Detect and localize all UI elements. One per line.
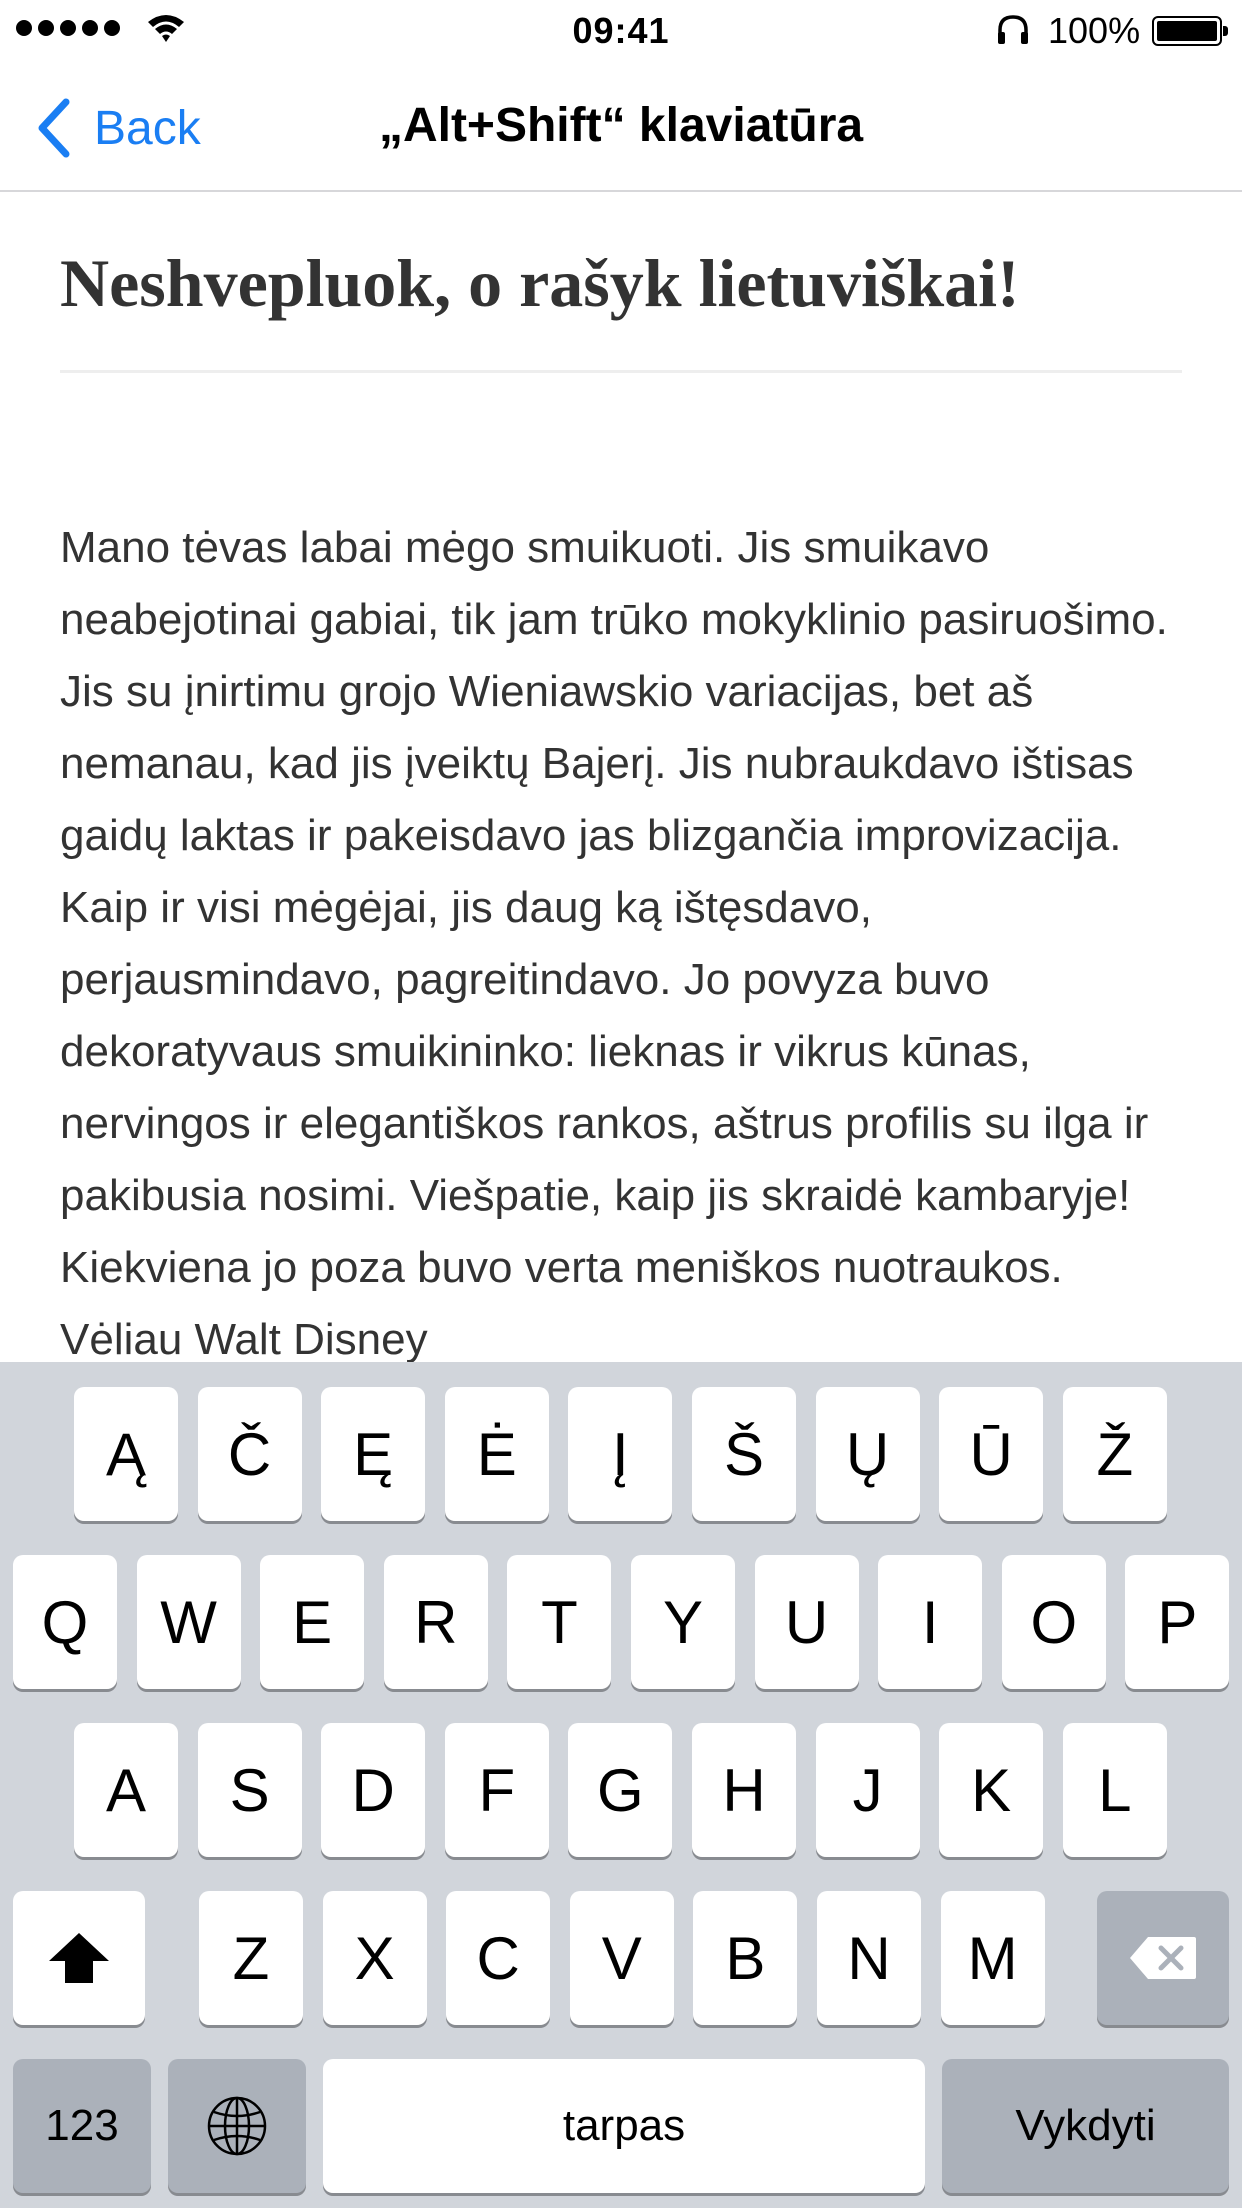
key-m[interactable]: M	[940, 1891, 1045, 2025]
article-view[interactable]: Neshvepluok, o rašyk lietuviškai! Mano t…	[0, 192, 1242, 1362]
key-ę[interactable]: Ę	[321, 1387, 426, 1521]
key-č[interactable]: Č	[197, 1387, 302, 1521]
numbers-key[interactable]: 123	[13, 2059, 151, 2193]
key-z[interactable]: Z	[199, 1891, 303, 2025]
nav-title: „Alt+Shift“ klaviatūra	[378, 99, 864, 152]
delete-key[interactable]	[1097, 1891, 1229, 2025]
globe-icon	[207, 2096, 267, 2156]
key-v[interactable]: V	[569, 1891, 674, 2025]
battery-icon	[1152, 16, 1228, 46]
battery-percent: 100%	[1048, 10, 1141, 51]
shift-arrow-icon	[49, 1933, 109, 1983]
key-c[interactable]: C	[446, 1891, 551, 2025]
key-ž[interactable]: Ž	[1062, 1387, 1167, 1521]
key-d[interactable]: D	[321, 1723, 426, 1857]
key-k[interactable]: K	[939, 1723, 1044, 1857]
space-key[interactable]: tarpas	[323, 2059, 925, 2193]
key-n[interactable]: N	[817, 1891, 921, 2025]
key-r[interactable]: R	[383, 1555, 488, 1689]
key-š[interactable]: Š	[692, 1387, 796, 1521]
shift-key[interactable]	[13, 1891, 145, 2025]
key-f[interactable]: F	[444, 1723, 549, 1857]
key-s[interactable]: S	[197, 1723, 302, 1857]
key-ė[interactable]: Ė	[444, 1387, 549, 1521]
keyboard: Ą Č Ę Ė Į Š Ų Ū Ž Q W E R T Y U I O P A S D F G H J K L Z X C V B N M 123 ta…	[0, 1362, 1242, 2208]
key-q[interactable]: Q	[13, 1555, 117, 1689]
key-ų[interactable]: Ų	[815, 1387, 920, 1521]
key-t[interactable]: T	[507, 1555, 612, 1689]
key-x[interactable]: X	[322, 1891, 427, 2025]
key-ą[interactable]: Ą	[74, 1387, 178, 1521]
key-y[interactable]: Y	[631, 1555, 735, 1689]
key-e[interactable]: E	[260, 1555, 365, 1689]
status-bar: 09:41 100%	[0, 0, 1242, 60]
return-key[interactable]: Vykdyti	[942, 2059, 1229, 2193]
key-w[interactable]: W	[136, 1555, 241, 1689]
navigation-bar: Back „Alt+Shift“ klaviatūra	[0, 60, 1242, 192]
article-title: Neshvepluok, o rašyk lietuviškai!	[60, 245, 1020, 321]
key-a[interactable]: A	[74, 1723, 178, 1857]
battery-fill	[1157, 21, 1217, 41]
key-j[interactable]: J	[815, 1723, 920, 1857]
key-o[interactable]: O	[1001, 1555, 1106, 1689]
key-b[interactable]: B	[693, 1891, 798, 2025]
key-i[interactable]: I	[878, 1555, 983, 1689]
article-body[interactable]: Mano tėvas labai mėgo smuikuoti. Jis smu…	[60, 512, 1190, 1362]
title-divider	[60, 370, 1182, 373]
key-ū[interactable]: Ū	[939, 1387, 1044, 1521]
key-g[interactable]: G	[568, 1723, 673, 1857]
key-u[interactable]: U	[754, 1555, 859, 1689]
key-l[interactable]: L	[1062, 1723, 1167, 1857]
backspace-icon	[1130, 1937, 1196, 1979]
globe-key[interactable]	[168, 2059, 306, 2193]
key-p[interactable]: P	[1125, 1555, 1230, 1689]
key-į[interactable]: Į	[568, 1387, 673, 1521]
key-h[interactable]: H	[692, 1723, 796, 1857]
headphones-icon	[998, 15, 1028, 44]
